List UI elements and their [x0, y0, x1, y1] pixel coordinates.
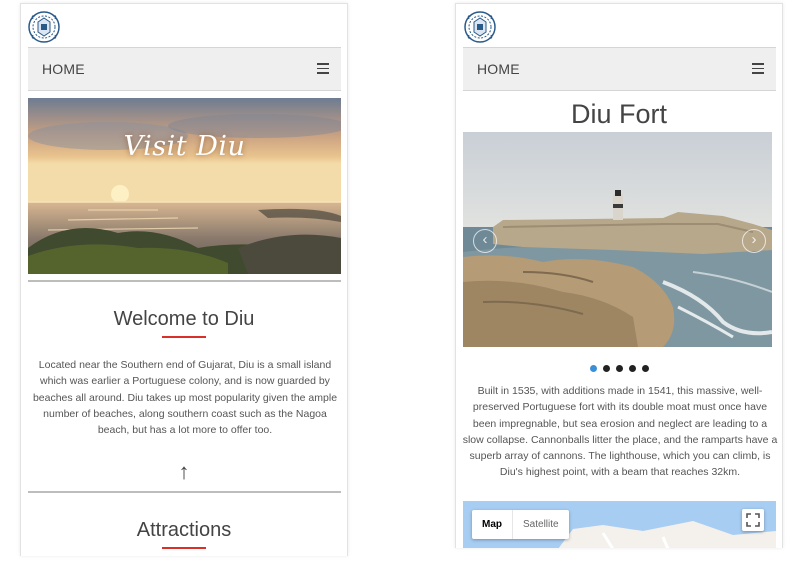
carousel-dot[interactable]: [641, 365, 649, 372]
attractions-heading: Attractions: [136, 519, 232, 541]
hero-title: Visit Diu: [123, 131, 246, 162]
diu-tourism-logo[interactable]: [27, 10, 61, 44]
image-carousel: ‹ ›: [463, 132, 772, 347]
page-title: Diu Fort: [570, 99, 668, 129]
sunset-coast-image: [28, 98, 341, 274]
heading-underline: [162, 336, 206, 338]
heading-underline: [162, 547, 206, 549]
hero-banner: Visit Diu: [28, 98, 341, 274]
map-type-map-button[interactable]: Map: [472, 510, 513, 539]
navbar: HOME: [463, 47, 776, 91]
carousel-indicators: [456, 359, 782, 372]
diu-fort-page-view: HOME Diu Fort ‹ › Built in 1535, with ad…: [455, 3, 783, 548]
chevron-right-icon[interactable]: ›: [742, 229, 766, 253]
map-type-toggle: Map Satellite: [472, 510, 569, 539]
carousel-dot[interactable]: [615, 365, 623, 372]
welcome-paragraph: Located near the Southern end of Gujarat…: [32, 359, 338, 437]
section-divider: [28, 280, 341, 282]
carousel-dot[interactable]: [589, 365, 597, 372]
hamburger-icon[interactable]: [317, 63, 329, 74]
nav-home-link[interactable]: HOME: [42, 61, 85, 77]
section-divider: [28, 491, 341, 493]
fullscreen-icon[interactable]: [742, 509, 764, 531]
carousel-dot[interactable]: [628, 365, 636, 372]
carousel-dot[interactable]: [602, 365, 610, 372]
map-type-satellite-button[interactable]: Satellite: [513, 510, 569, 539]
hamburger-icon[interactable]: [752, 63, 764, 74]
chevron-left-icon[interactable]: ‹: [473, 229, 497, 253]
fort-description: Built in 1535, with additions made in 15…: [462, 385, 778, 479]
welcome-heading: Welcome to Diu: [113, 308, 255, 330]
map-embed[interactable]: Map Satellite: [463, 501, 776, 548]
nav-home-link[interactable]: HOME: [477, 61, 520, 77]
navbar: HOME: [28, 47, 341, 91]
diu-tourism-logo[interactable]: [463, 10, 497, 44]
diu-fort-photo: [463, 132, 772, 347]
home-page-view: HOME Visit Diu Welcome to Diu Located ne…: [20, 3, 348, 556]
scroll-up-arrow-icon[interactable]: ↑: [21, 459, 347, 485]
